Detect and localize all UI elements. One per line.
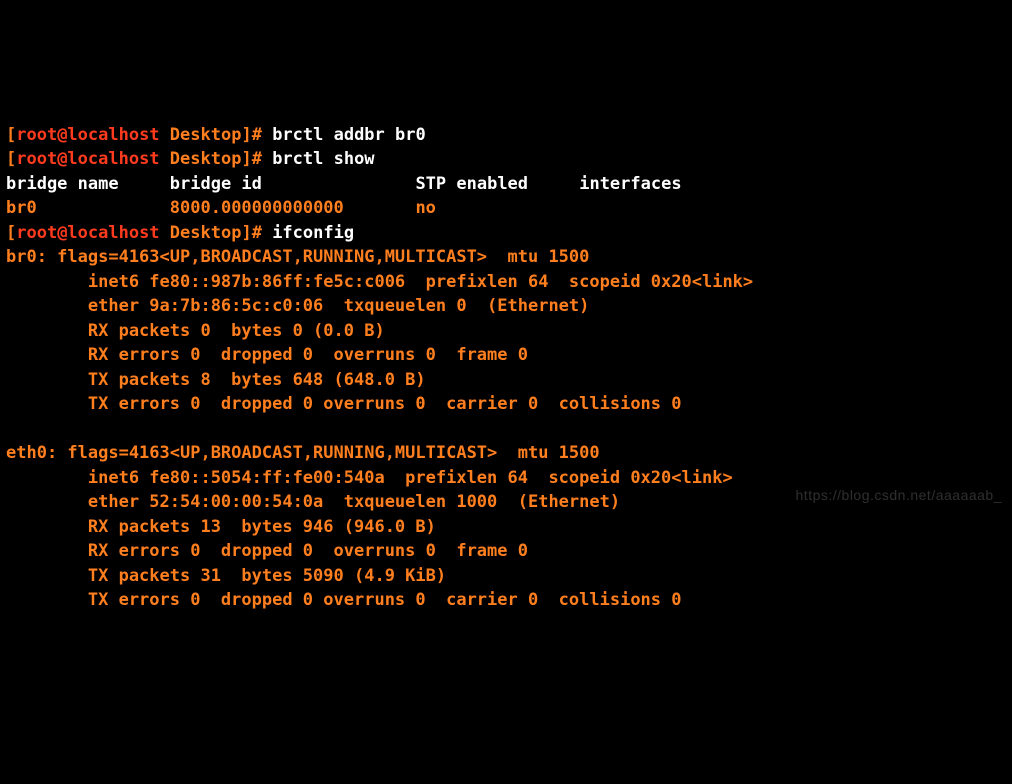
bracket-close: ]# [241, 149, 261, 169]
blank-line [6, 419, 16, 439]
ifconfig-eth0-line: TX packets 31 bytes 5090 (4.9 KiB) [6, 566, 446, 586]
brctl-row: br0 8000.000000000000 no [6, 198, 436, 218]
prompt-space [160, 149, 170, 169]
col-bridge-id: bridge id [170, 174, 262, 194]
prompt-cwd: Desktop [170, 149, 242, 169]
ifconfig-br0-line: TX errors 0 dropped 0 overruns 0 carrier… [6, 394, 682, 414]
ifconfig-br0-line: inet6 fe80::987b:86ff:fe5c:c006 prefixle… [6, 272, 753, 292]
ifconfig-eth0-line: ether 52:54:00:00:54:0a txqueuelen 1000 … [6, 492, 620, 512]
bracket-close: ]# [241, 223, 261, 243]
prompt-line: [root@localhost Desktop]# brctl show [6, 149, 375, 169]
cell-bridge-id: 8000.000000000000 [170, 198, 344, 218]
col-interfaces: interfaces [579, 174, 681, 194]
command-input[interactable]: brctl show [272, 149, 374, 169]
col-stp: STP enabled [415, 174, 528, 194]
cell-stp: no [415, 198, 435, 218]
prompt-cwd: Desktop [170, 125, 242, 145]
bracket-open: [ [6, 223, 16, 243]
ifconfig-br0-line: TX packets 8 bytes 648 (648.0 B) [6, 370, 426, 390]
prompt-space [160, 223, 170, 243]
ifconfig-eth0-line: RX errors 0 dropped 0 overruns 0 frame 0 [6, 541, 528, 561]
prompt-line: [root@localhost Desktop]# ifconfig [6, 223, 354, 243]
command-input[interactable]: ifconfig [272, 223, 354, 243]
ifconfig-eth0-line: inet6 fe80::5054:ff:fe00:540a prefixlen … [6, 468, 733, 488]
prompt-user-host: root@localhost [16, 223, 159, 243]
terminal[interactable]: [root@localhost Desktop]# brctl addbr br… [0, 98, 1012, 613]
bracket-close: ]# [241, 125, 261, 145]
col-bridge-name: bridge name [6, 174, 119, 194]
prompt-line: [root@localhost Desktop]# brctl addbr br… [6, 125, 426, 145]
prompt-space [160, 125, 170, 145]
prompt-cwd: Desktop [170, 223, 242, 243]
cell-bridge-name: br0 [6, 198, 37, 218]
watermark: https://blog.csdn.net/aaaaaab_ [796, 483, 1002, 508]
command-input[interactable]: brctl addbr br0 [272, 125, 426, 145]
ifconfig-eth0-line: TX errors 0 dropped 0 overruns 0 carrier… [6, 590, 682, 610]
ifconfig-br0-head: br0: flags=4163<UP,BROADCAST,RUNNING,MUL… [6, 247, 589, 267]
ifconfig-eth0-line: RX packets 13 bytes 946 (946.0 B) [6, 517, 436, 537]
prompt-user-host: root@localhost [16, 149, 159, 169]
bracket-open: [ [6, 125, 16, 145]
ifconfig-eth0-head: eth0: flags=4163<UP,BROADCAST,RUNNING,MU… [6, 443, 600, 463]
ifconfig-br0-line: RX packets 0 bytes 0 (0.0 B) [6, 321, 385, 341]
ifconfig-br0-line: RX errors 0 dropped 0 overruns 0 frame 0 [6, 345, 528, 365]
prompt-user-host: root@localhost [16, 125, 159, 145]
ifconfig-br0-line: ether 9a:7b:86:5c:c0:06 txqueuelen 0 (Et… [6, 296, 589, 316]
bracket-open: [ [6, 149, 16, 169]
brctl-header: bridge name bridge id STP enabled interf… [6, 174, 682, 194]
